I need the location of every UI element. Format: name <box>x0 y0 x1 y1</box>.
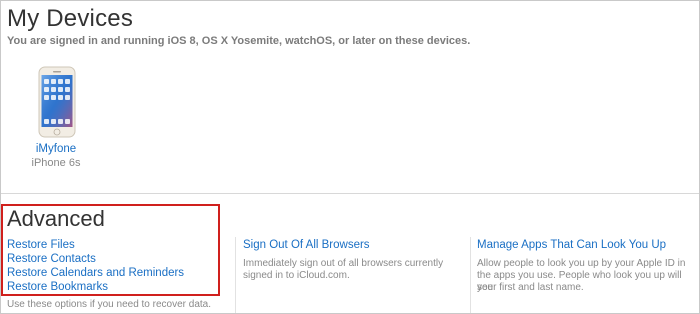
restore-note: Use these options if you need to recover… <box>7 299 212 310</box>
sign-out-desc-line2: signed in to iCloud.com. <box>243 270 350 281</box>
manage-apps-desc-line1: Allow people to look you up by your Appl… <box>477 258 686 269</box>
device-model: iPhone 6s <box>31 157 81 169</box>
iphone-icon <box>38 66 76 138</box>
device-iphone-thumbnail[interactable] <box>33 66 81 143</box>
advanced-highlight-box <box>1 204 220 296</box>
device-name[interactable]: iMyfone <box>20 143 92 155</box>
column-divider <box>470 237 471 313</box>
manage-apps-link[interactable]: Manage Apps That Can Look You Up <box>477 239 666 251</box>
sign-out-desc-line1: Immediately sign out of all browsers cur… <box>243 258 444 269</box>
devices-subtitle: You are signed in and running iOS 8, OS … <box>7 35 471 47</box>
column-divider <box>235 237 236 313</box>
sign-out-all-browsers-link[interactable]: Sign Out Of All Browsers <box>243 239 370 251</box>
page-title: My Devices <box>7 5 134 32</box>
manage-apps-desc-line3: your first and last name. <box>477 282 584 293</box>
section-divider <box>1 193 699 194</box>
